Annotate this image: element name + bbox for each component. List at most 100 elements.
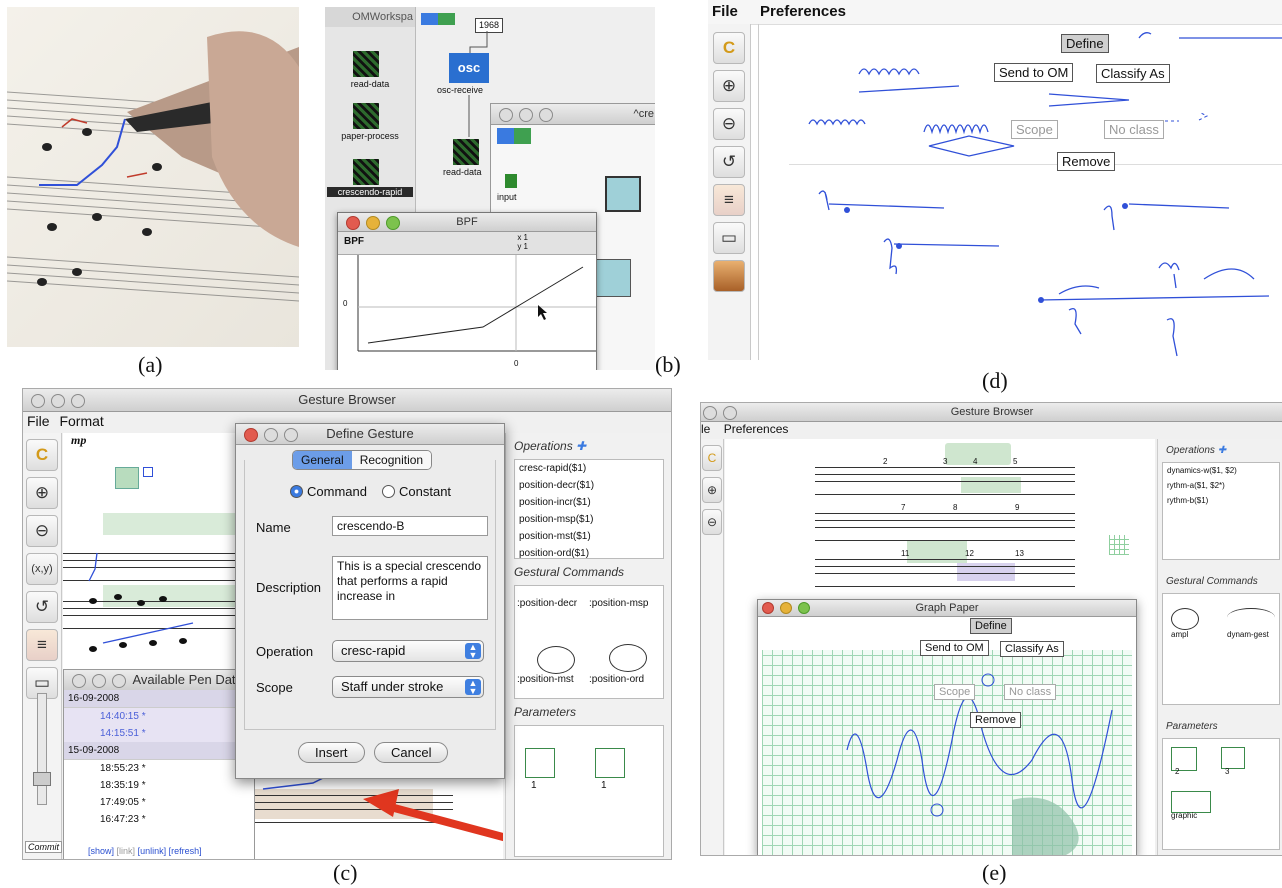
operation-item[interactable]: rythm-a($1, $2*) <box>1163 478 1279 493</box>
pen-icon[interactable] <box>713 260 745 292</box>
panel-d-canvas[interactable]: Define Send to OM Classify As Scope No c… <box>758 24 1282 360</box>
commit-button[interactable]: Commit <box>25 841 62 853</box>
gp-popup-classify-as[interactable]: Classify As <box>1000 641 1064 657</box>
select-arrows-icon: ▲ ▼ <box>465 643 481 660</box>
zoom-in-icon[interactable]: ⊕ <box>713 70 745 102</box>
pen-time-row[interactable]: 14:15:51 * <box>64 725 254 742</box>
ampl-gesture-icon[interactable] <box>1171 608 1199 630</box>
pen-date-row[interactable]: 16-09-2008 <box>64 690 254 708</box>
cancel-button[interactable]: Cancel <box>374 742 449 763</box>
pen-data-links: [show] [link] [unlink] [refresh] <box>88 846 202 856</box>
scope-select[interactable]: Staff under stroke ▲ ▼ <box>332 676 484 698</box>
operation-item[interactable]: rythm-b($1) <box>1163 493 1279 508</box>
add-operation-icon[interactable]: ✚ <box>1218 445 1226 456</box>
mst-gesture-icon[interactable] <box>537 646 575 674</box>
popup-classify-as[interactable]: Classify As <box>1096 64 1170 83</box>
link-link[interactable]: [link] <box>117 846 136 856</box>
link-unlink[interactable]: [unlink] <box>138 846 167 856</box>
parameter-icon[interactable] <box>1221 747 1245 769</box>
popup-send-to-om[interactable]: Send to OM <box>994 63 1074 82</box>
gesture-item[interactable]: :position-ord <box>589 674 644 685</box>
parameter-icon[interactable] <box>525 748 555 778</box>
bpf-editor-box[interactable] <box>605 176 641 212</box>
menu-preferences[interactable]: Preferences <box>760 3 846 20</box>
name-field[interactable]: crescendo-B <box>332 516 488 536</box>
menu-format[interactable]: Format <box>59 413 103 429</box>
gp-popup-send-to-om[interactable]: Send to OM <box>920 640 989 656</box>
gesture-item[interactable]: :position-msp <box>589 598 648 609</box>
close-icon[interactable] <box>346 216 360 230</box>
gp-popup-define[interactable]: Define <box>970 618 1012 634</box>
bpf-curve-canvas[interactable] <box>338 255 596 370</box>
popup-define[interactable]: Define <box>1061 34 1109 53</box>
popup-remove[interactable]: Remove <box>1057 152 1116 171</box>
minimize-icon[interactable] <box>264 428 278 442</box>
measure-number: 2 <box>883 457 888 466</box>
gesture-item[interactable]: :position-mst <box>517 674 574 685</box>
menu-file-e[interactable]: le <box>701 422 710 436</box>
pen-time-row[interactable]: 18:35:19 * <box>64 777 254 794</box>
operation-item[interactable]: position-decr($1) <box>515 477 663 494</box>
constant-radio[interactable]: Constant <box>382 484 451 499</box>
refresh-icon[interactable]: C <box>713 32 745 64</box>
gp-popup-remove[interactable]: Remove <box>970 712 1021 728</box>
bpf-output-box[interactable] <box>595 259 631 297</box>
gp-popup-scope[interactable]: Scope <box>934 684 976 700</box>
graphic-parameter-icon[interactable] <box>1171 791 1211 813</box>
xy-button[interactable]: (x,y) <box>26 553 58 585</box>
pen-time-row[interactable]: 14:40:15 * <box>64 708 254 725</box>
operation-item[interactable]: cresc-rapid($1) <box>515 460 663 477</box>
add-operation-icon[interactable]: ✚ <box>576 439 586 453</box>
operation-select[interactable]: cresc-rapid ▲ ▼ <box>332 640 484 662</box>
lasso-icon[interactable]: ↺ <box>26 591 58 623</box>
gesture-item[interactable]: dynam-gest <box>1227 630 1269 639</box>
minimize-icon[interactable] <box>780 602 792 614</box>
layout-icon[interactable]: ▭ <box>713 222 745 254</box>
operation-item[interactable]: position-incr($1) <box>515 494 663 511</box>
menu-file-c[interactable]: File <box>27 413 50 429</box>
score-view-icon[interactable]: ≡ <box>713 184 745 216</box>
zoom-icon[interactable] <box>798 602 810 614</box>
close-icon[interactable] <box>762 602 774 614</box>
dynam-gest-icon[interactable] <box>1227 608 1275 627</box>
operation-item[interactable]: dynamics-w($1, $2) <box>1163 463 1279 478</box>
close-icon[interactable] <box>244 428 258 442</box>
insert-button[interactable]: Insert <box>298 742 365 763</box>
zoom-in-icon[interactable]: ⊕ <box>702 477 722 503</box>
command-radio[interactable]: Command <box>290 484 367 499</box>
lasso-icon[interactable]: ↺ <box>713 146 745 178</box>
operation-item[interactable]: position-msp($1) <box>515 511 663 528</box>
zoom-in-icon[interactable]: ⊕ <box>26 477 58 509</box>
description-field[interactable]: This is a special crescendo that perform… <box>332 556 488 620</box>
pen-date-row[interactable]: 15-09-2008 <box>64 742 254 760</box>
link-refresh[interactable]: [refresh] <box>169 846 202 856</box>
gesture-item[interactable]: :position-decr <box>517 598 577 609</box>
pen-time-row[interactable]: 18:55:23 * <box>64 760 254 777</box>
menu-preferences-e[interactable]: Preferences <box>724 422 789 436</box>
link-show[interactable]: [show] <box>88 846 114 856</box>
menu-file[interactable]: File <box>712 3 738 20</box>
zoom-icon[interactable] <box>284 428 298 442</box>
input-arrow-icon[interactable] <box>505 174 517 188</box>
zoom-icon[interactable] <box>386 216 400 230</box>
refresh-icon[interactable]: C <box>26 439 58 471</box>
zoom-slider[interactable] <box>33 693 51 805</box>
zoom-out-icon[interactable]: ⊖ <box>713 108 745 140</box>
ord-gesture-icon[interactable] <box>609 644 647 672</box>
popup-no-class[interactable]: No class <box>1104 120 1164 139</box>
score-view-icon[interactable]: ≡ <box>26 629 58 661</box>
zoom-out-icon[interactable]: ⊖ <box>26 515 58 547</box>
pen-time-row[interactable]: 17:49:05 * <box>64 794 254 811</box>
grid-toggle-icon[interactable] <box>1109 535 1129 555</box>
gp-popup-no-class[interactable]: No class <box>1004 684 1057 700</box>
window-arrow-buttons[interactable] <box>497 128 531 144</box>
refresh-icon[interactable]: C <box>702 445 722 471</box>
zoom-out-icon[interactable]: ⊖ <box>702 509 722 535</box>
parameter-icon[interactable] <box>595 748 625 778</box>
minimize-icon[interactable] <box>366 216 380 230</box>
pen-time-row[interactable]: 16:47:23 * <box>64 811 254 828</box>
graph-paper-canvas[interactable] <box>762 650 1132 855</box>
operation-item[interactable]: position-mst($1) <box>515 528 663 545</box>
gesture-item[interactable]: ampl <box>1171 630 1188 639</box>
popup-scope[interactable]: Scope <box>1011 120 1058 139</box>
